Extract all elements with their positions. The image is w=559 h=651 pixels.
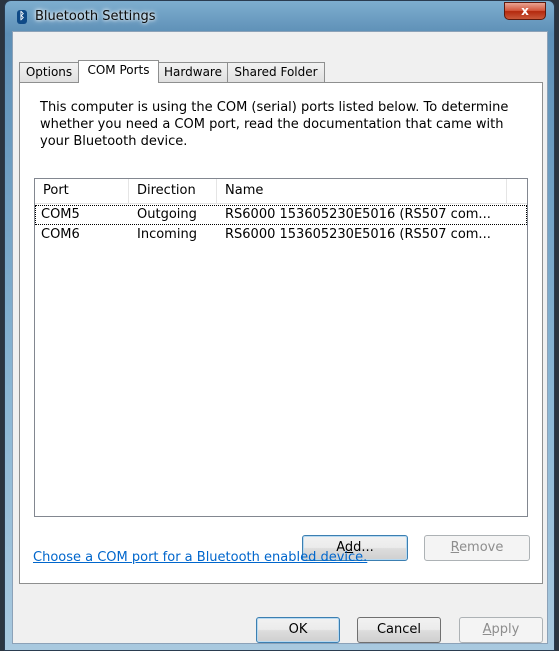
ok-button[interactable]: OK <box>256 617 340 643</box>
table-row[interactable]: COM5 Outgoing RS6000 153605230E5016 (RS5… <box>35 205 527 225</box>
tab-hardware[interactable]: Hardware <box>158 62 228 82</box>
name-cell: RS6000 153605230E5016 (RS507 com... <box>225 227 491 242</box>
tab-com-ports[interactable]: COM Ports <box>78 60 159 83</box>
remove-mnemonic: R <box>450 540 460 555</box>
port-cell: COM5 <box>41 207 80 222</box>
table-row[interactable]: COM6 Incoming RS6000 153605230E5016 (RS5… <box>35 225 527 245</box>
bluetooth-settings-window: ᛒ Bluetooth Settings x Options COM Ports… <box>4 0 555 651</box>
choose-com-port-link[interactable]: Choose a COM port for a Bluetooth enable… <box>33 550 367 565</box>
port-cell: COM6 <box>41 227 80 242</box>
dialog-client-area: Options COM Ports Hardware Shared Folder… <box>12 31 548 644</box>
name-cell: RS6000 153605230E5016 (RS507 com... <box>225 207 491 222</box>
close-icon: x <box>521 4 529 18</box>
list-header: Port Direction Name <box>35 179 527 204</box>
remove-label-end: emove <box>459 540 504 555</box>
window-title: Bluetooth Settings <box>35 9 156 24</box>
tab-options[interactable]: Options <box>19 62 79 82</box>
column-header-direction[interactable]: Direction <box>129 179 217 203</box>
description-text: This computer is using the COM (serial) … <box>40 100 509 149</box>
column-header-port[interactable]: Port <box>35 179 129 203</box>
direction-cell: Outgoing <box>137 207 197 222</box>
tab-shared-folder[interactable]: Shared Folder <box>227 62 325 82</box>
com-ports-list[interactable]: Port Direction Name COM5 Outgoing RS6000… <box>34 178 528 517</box>
direction-cell: Incoming <box>137 227 197 242</box>
com-ports-panel: This computer is using the COM (serial) … <box>19 82 543 584</box>
apply-mnemonic: A <box>482 622 492 637</box>
close-button[interactable]: x <box>504 2 546 20</box>
cancel-button[interactable]: Cancel <box>357 617 441 643</box>
apply-label-end: pply <box>491 622 520 637</box>
apply-button[interactable]: Apply <box>459 617 543 643</box>
bluetooth-icon: ᛒ <box>17 10 27 24</box>
title-bar[interactable]: ᛒ Bluetooth Settings x <box>5 1 554 31</box>
remove-button[interactable]: Remove <box>424 535 530 561</box>
column-header-name[interactable]: Name <box>217 179 507 203</box>
